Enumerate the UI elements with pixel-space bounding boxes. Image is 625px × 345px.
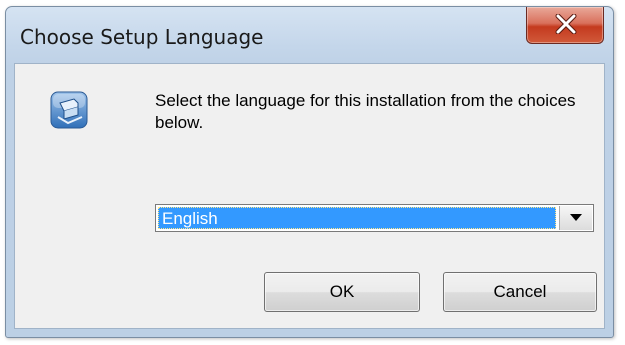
selected-language: English — [158, 207, 556, 229]
chevron-down-icon — [570, 214, 582, 221]
instruction-text: Select the language for this installatio… — [155, 91, 576, 132]
ok-button[interactable]: OK — [264, 272, 420, 312]
cancel-button[interactable]: Cancel — [443, 272, 597, 312]
setup-language-dialog: Choose Setup Language Select the languag… — [5, 6, 614, 338]
setup-installer-icon — [49, 90, 89, 130]
title-bar[interactable]: Choose Setup Language — [6, 7, 613, 63]
dialog-body: Select the language for this installatio… — [14, 63, 605, 329]
language-dropdown[interactable]: English — [155, 204, 594, 232]
dropdown-arrow-button[interactable] — [559, 206, 592, 230]
close-button[interactable] — [526, 7, 604, 44]
close-icon — [555, 14, 577, 34]
window-title: Choose Setup Language — [20, 25, 264, 49]
